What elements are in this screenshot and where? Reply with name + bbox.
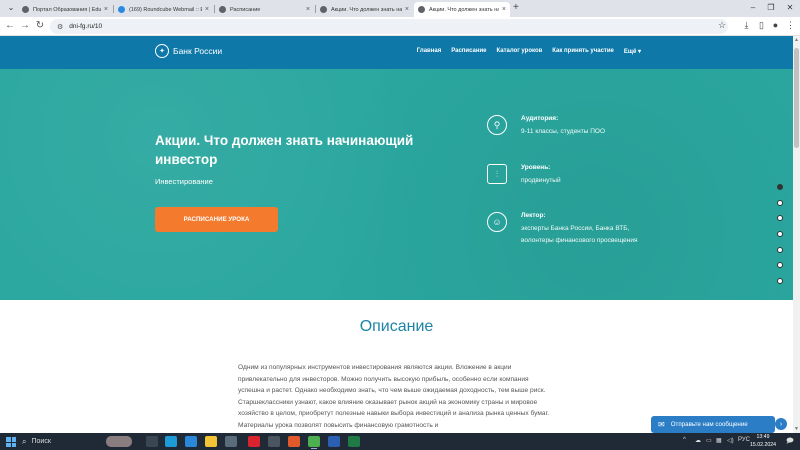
globe-icon [418,6,425,13]
lesson-topic: Инвестирование [155,177,213,186]
file-explorer-icon[interactable] [205,436,217,447]
tab-stocks-active[interactable]: Акции. Что должен знать нач × [414,2,510,17]
close-tab-icon[interactable]: × [205,6,209,13]
scroll-thumb[interactable] [794,48,799,148]
back-button[interactable]: ← [3,19,17,33]
onedrive-icon[interactable]: ☁ [695,437,701,444]
site-logo[interactable]: ✦ Банк России [155,44,222,58]
chrome-icon[interactable] [308,436,320,449]
nav-more[interactable]: Ещё ▾ [624,48,641,55]
close-tab-icon[interactable]: × [306,6,310,13]
forward-button[interactable]: → [18,19,32,33]
pager-dot[interactable] [777,278,783,285]
taskbar-clock[interactable]: 13:49 15.02.2024 [748,434,778,449]
browser-tab-strip: ⌄ Портал Образования | EduPo × (169) Rou… [0,0,800,17]
globe-icon [118,6,125,13]
page-icon [219,6,226,13]
word-icon[interactable] [328,436,340,447]
windows-start-icon[interactable] [6,437,16,447]
chat-icon: ✉ [658,420,665,429]
scroll-down-icon[interactable]: ▼ [794,426,799,432]
volume-icon[interactable]: ◁) [727,437,734,444]
chat-close-icon[interactable]: › [775,418,787,430]
pager-dot[interactable] [777,184,783,190]
lesson-title: Акции. Что должен знать начинающий инвес… [155,133,414,167]
scroll-up-icon[interactable]: ▲ [794,37,799,43]
tray-overflow-icon[interactable]: ^ [683,437,686,443]
pager-dot[interactable] [777,215,783,222]
lecturer-icon: ☺ [487,212,507,232]
url-text: dni-fg.ru/10 [69,23,103,30]
excel-icon[interactable] [348,436,360,447]
description-text: Одним из популярных инструментов инвести… [238,364,550,429]
description-heading: Описание [359,318,434,335]
site-header: ✦ Банк России Главная Расписание Каталог… [0,36,793,69]
page-icon [22,6,29,13]
edge-icon[interactable] [165,436,177,447]
display-icon[interactable]: ▭ [706,437,712,444]
opera-icon[interactable] [248,436,260,447]
pager-dot[interactable] [777,262,783,269]
tab-webmail[interactable]: (169) Roundcube Webmail :: Е × [114,2,213,17]
browser-menu-icon[interactable]: ⋮ [784,20,797,31]
bookmark-star-icon[interactable]: ☆ [718,20,726,31]
audience-icon: ⚲ [487,115,507,135]
search-icon: ⌕ [22,436,27,446]
app-icon[interactable] [225,436,237,447]
bank-emblem-icon: ✦ [155,44,169,58]
pager-dot[interactable] [777,199,783,206]
chat-widget-button[interactable]: ✉ Отправьте нам сообщение [651,416,775,433]
nav-schedule[interactable]: Расписание [451,48,486,55]
lesson-schedule-button[interactable]: РАСПИСАНИЕ УРОКА [155,207,278,232]
tab-search-icon[interactable]: ⌄ [4,2,18,14]
site-info-icon[interactable]: ⚙ [57,23,63,31]
sidebar-icon[interactable]: ▯ [755,20,768,31]
restore-button[interactable]: ❐ [763,2,779,14]
notifications-icon[interactable]: 🗩 [786,437,794,448]
profile-icon[interactable]: ● [769,20,782,31]
task-view-icon[interactable] [146,436,158,447]
new-tab-button[interactable]: + [513,3,519,13]
close-tab-icon[interactable]: × [405,6,409,13]
reload-button[interactable]: ↻ [33,19,47,33]
minimize-button[interactable]: – [745,2,761,14]
nav-home[interactable]: Главная [417,48,441,55]
download-icon[interactable]: ⤓ [740,20,753,31]
nav-how-to-join[interactable]: Как принять участие [552,48,614,55]
pager-dot[interactable] [777,246,783,253]
hero-section: Акции. Что должен знать начинающий инвес… [0,69,793,300]
store-icon[interactable] [185,436,197,447]
page-scrollbar[interactable]: ▲ ▼ [793,36,800,433]
close-tab-icon[interactable]: × [104,6,108,13]
main-nav: Главная Расписание Каталог уроков Как пр… [407,48,641,55]
network-icon[interactable]: ▦ [716,437,722,444]
close-tab-icon[interactable]: × [502,6,506,13]
page-viewport: ✦ Банк России Главная Расписание Каталог… [0,36,793,433]
level-icon: ⫶ [487,164,507,184]
window-close-button[interactable]: ✕ [782,2,798,14]
address-bar[interactable]: ⚙ dni-fg.ru/10 [50,19,728,34]
app-icon[interactable] [288,436,300,447]
browser-toolbar: ← → ↻ ⚙ dni-fg.ru/10 ☆ ⤓ ▯ ● ⋮ [0,17,800,36]
pager-dot[interactable] [777,231,783,238]
tab-schedule[interactable]: Расписание × [215,2,314,17]
section-pager [777,184,787,294]
tab-stocks-1[interactable]: Акции. Что должен знать нач × [316,2,413,17]
taskbar-search[interactable]: ⌕ Поиск [22,435,140,448]
tab-edu-portal[interactable]: Портал Образования | EduPo × [18,2,112,17]
calculator-icon[interactable] [268,436,280,447]
globe-icon [320,6,327,13]
nav-catalog[interactable]: Каталог уроков [497,48,543,55]
chevron-down-icon: ▾ [637,49,641,55]
search-highlight-image [106,436,132,447]
windows-taskbar: ⌕ Поиск ^ ☁ ▭ ▦ ◁) РУС 13:49 15.02.2024 … [0,433,800,450]
